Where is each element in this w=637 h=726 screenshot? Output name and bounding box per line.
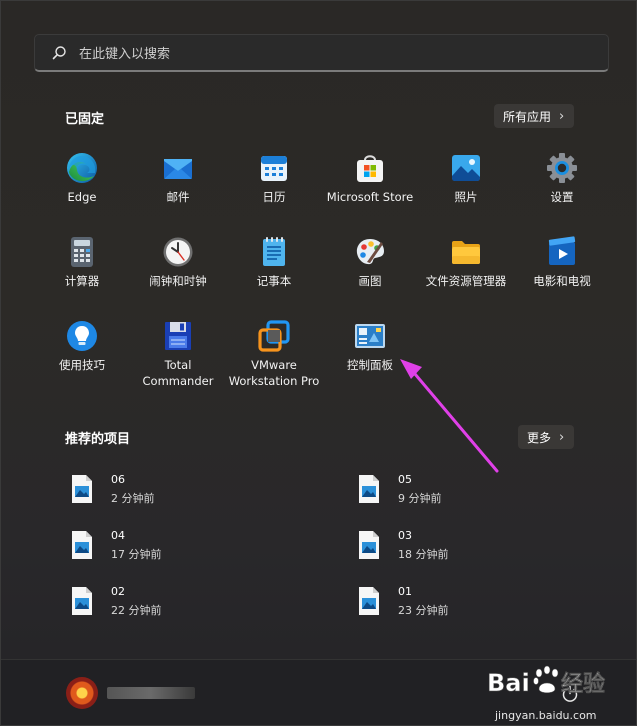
- recommended-item[interactable]: 05 9 分钟前: [358, 473, 558, 514]
- recommended-item[interactable]: 01 23 分钟前: [358, 585, 558, 626]
- power-icon[interactable]: [561, 685, 579, 703]
- start-menu: 已固定 所有应用 › Edge 邮件: [0, 0, 637, 726]
- pinned-app-tips[interactable]: 使用技巧: [34, 320, 130, 396]
- recommended-title: 推荐的项目: [65, 432, 131, 447]
- app-label: Edge: [67, 190, 97, 204]
- clock-icon: [163, 237, 193, 267]
- recommended-item[interactable]: 06 2 分钟前: [71, 473, 271, 514]
- image-file-icon: [72, 475, 92, 503]
- recommended-item[interactable]: 04 17 分钟前: [71, 529, 271, 570]
- paint-icon: [356, 239, 384, 265]
- chevron-right-icon: ›: [559, 429, 565, 445]
- app-label: 记事本: [256, 274, 292, 288]
- pinned-app-calendar[interactable]: 日历: [226, 152, 322, 228]
- recommended-item[interactable]: 03 18 分钟前: [358, 529, 558, 570]
- all-apps-label: 所有应用: [503, 109, 552, 124]
- search-box[interactable]: [34, 34, 609, 72]
- pinned-app-paint[interactable]: 画图: [322, 236, 418, 312]
- file-name: 02: [111, 585, 125, 598]
- calculator-icon: [71, 237, 93, 267]
- file-name: 06: [111, 473, 125, 486]
- pinned-app-total-commander[interactable]: Total Commander: [130, 320, 226, 396]
- file-name: 03: [398, 529, 412, 542]
- file-time: 18 分钟前: [398, 548, 449, 561]
- search-icon: [52, 46, 66, 60]
- pinned-app-edge[interactable]: Edge: [34, 152, 130, 228]
- app-label: 使用技巧: [59, 358, 105, 372]
- file-name: 01: [398, 585, 412, 598]
- app-label: 文件资源管理器: [425, 274, 507, 288]
- search-input[interactable]: [77, 42, 581, 66]
- file-time: 2 分钟前: [111, 492, 155, 505]
- mail-icon: [164, 159, 192, 179]
- edge-icon: [67, 153, 97, 183]
- app-label: Microsoft Store: [326, 190, 414, 204]
- pinned-app-store[interactable]: Microsoft Store: [322, 152, 418, 228]
- app-label: 邮件: [166, 190, 190, 204]
- app-label: 闹钟和时钟: [149, 274, 207, 288]
- gear-icon: [547, 153, 577, 183]
- file-time: 23 分钟前: [398, 604, 449, 617]
- notepad-icon: [263, 237, 285, 266]
- app-label: 计算器: [64, 274, 100, 288]
- pinned-app-control-panel[interactable]: 控制面板: [322, 320, 418, 396]
- folder-icon: [452, 241, 480, 264]
- pinned-app-notepad[interactable]: 记事本: [226, 236, 322, 312]
- file-time: 9 分钟前: [398, 492, 442, 505]
- total-commander-icon: [165, 322, 191, 350]
- recommended-item[interactable]: 02 22 分钟前: [71, 585, 271, 626]
- image-file-icon: [72, 587, 92, 615]
- calendar-icon: [261, 156, 287, 181]
- tips-icon: [67, 321, 97, 351]
- pinned-app-clock[interactable]: 闹钟和时钟: [130, 236, 226, 312]
- image-file-icon: [359, 587, 379, 615]
- pinned-app-photos[interactable]: 照片: [418, 152, 514, 228]
- app-label: 日历: [262, 190, 286, 204]
- image-file-icon: [359, 531, 379, 559]
- pinned-title: 已固定: [65, 112, 105, 127]
- file-name: 04: [111, 529, 125, 542]
- pinned-app-vmware[interactable]: VMware Workstation Pro: [226, 320, 322, 396]
- control-panel-icon: [355, 324, 385, 348]
- chevron-right-icon: ›: [559, 108, 565, 124]
- vmware-icon: [258, 320, 290, 352]
- app-label: 电影和电视: [533, 274, 591, 288]
- user-avatar[interactable]: [66, 677, 98, 709]
- file-time: 22 分钟前: [111, 604, 162, 617]
- file-time: 17 分钟前: [111, 548, 162, 561]
- app-label: 画图: [358, 274, 382, 288]
- app-label: 控制面板: [347, 358, 393, 372]
- store-icon: [357, 155, 383, 182]
- more-button[interactable]: 更多 ›: [518, 425, 575, 449]
- more-label: 更多: [527, 430, 552, 445]
- app-label: VMware Workstation Pro: [228, 358, 320, 388]
- image-file-icon: [359, 475, 379, 503]
- image-file-icon: [72, 531, 92, 559]
- username-blurred[interactable]: [107, 687, 195, 699]
- app-label: Total Commander: [142, 358, 214, 388]
- pinned-app-movies-tv[interactable]: 电影和电视: [514, 236, 610, 312]
- pinned-app-settings[interactable]: 设置: [514, 152, 610, 228]
- photos-icon: [452, 155, 480, 181]
- file-name: 05: [398, 473, 412, 486]
- pinned-app-mail[interactable]: 邮件: [130, 152, 226, 228]
- all-apps-button[interactable]: 所有应用 ›: [494, 104, 575, 128]
- app-label: 照片: [454, 190, 478, 204]
- app-label: 设置: [550, 190, 574, 204]
- pinned-app-file-explorer[interactable]: 文件资源管理器: [418, 236, 514, 312]
- pinned-app-calculator[interactable]: 计算器: [34, 236, 130, 312]
- movies-icon: [548, 236, 576, 265]
